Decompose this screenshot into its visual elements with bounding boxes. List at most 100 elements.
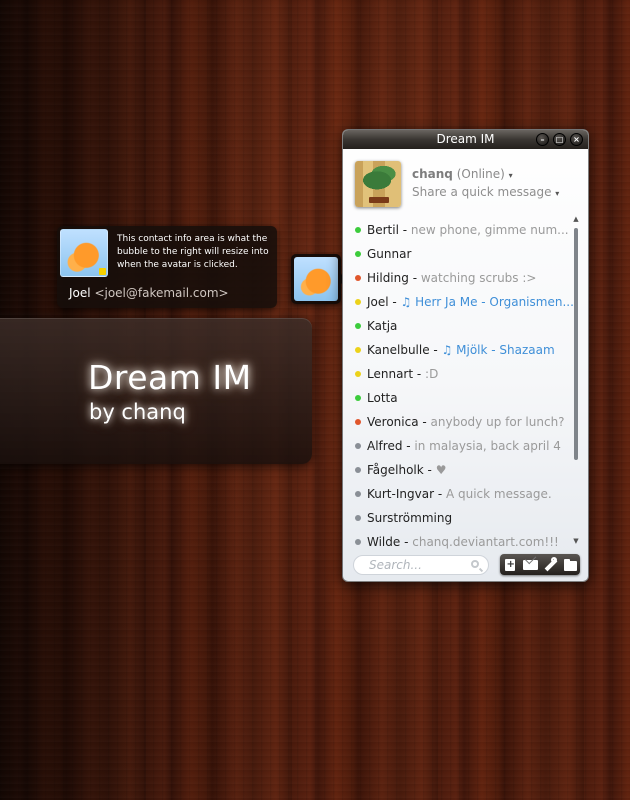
contact-row-separator: - [402,439,415,453]
quick-message-field[interactable]: Share a quick message ▾ [412,185,559,199]
contact-row[interactable]: Wilde - chanq.deviantart.com!!! [343,530,575,554]
toolbar [500,554,580,575]
contact-row[interactable]: Alfred - in malaysia, back april 4 [343,434,575,458]
contact-row-separator: - [388,295,401,309]
contact-row-name: Gunnar [367,247,412,261]
brand-subtitle: by chanq [89,400,186,424]
contact-avatar[interactable] [60,229,108,277]
mail-icon[interactable] [522,557,538,572]
contact-row-name: Alfred [367,439,403,453]
maximize-button[interactable]: □ [553,133,566,146]
contact-row-status: anybody up for lunch? [430,415,565,429]
contact-row-separator: - [434,487,446,501]
contact-row-name: Fågelholk [367,463,424,477]
presence-dot-icon [355,323,361,329]
search-input[interactable]: Search... [353,555,489,575]
close-button[interactable]: × [570,133,583,146]
contact-info-description: This contact info area is what the bubbl… [117,234,269,270]
profile-name: chanq [412,167,453,181]
contact-row-name: Kanelbulle [367,343,430,357]
contact-row[interactable]: Gunnar [343,242,575,266]
contact-row-separator: - [413,367,426,381]
presence-dot-icon [355,227,361,233]
contact-row[interactable]: Surströmming [343,506,575,530]
contact-row-separator: - [408,271,421,285]
im-window: Dream IM – □ × chanq (Online) ▾ Share a … [342,129,589,582]
contact-row[interactable]: Lennart - :D [343,362,575,386]
status-selector[interactable]: chanq (Online) ▾ [412,167,513,181]
contact-row[interactable]: Joel - ♫ Herr Ja Me - Organismen... [343,290,575,314]
presence-dot-icon [355,275,361,281]
contact-row-status: ♥ [435,463,447,477]
desktop: { "brand": { "title": "Dream IM", "subti… [0,0,630,800]
contact-row-status: new phone, gimme num... [410,223,569,237]
scroll-up-icon[interactable]: ▲ [572,215,580,223]
contact-row[interactable]: Veronica - anybody up for lunch? [343,410,575,434]
contact-row-status: chanq.deviantart.com!!! [412,535,559,549]
contact-row-name: Hilding [367,271,409,285]
contact-row-status: ♫ Herr Ja Me - Organismen... [400,295,574,309]
contact-row-separator: - [400,535,413,549]
scroll-down-icon[interactable]: ▼ [572,537,580,545]
contact-row[interactable]: Hilding - watching scrubs :> [343,266,575,290]
contact-row-name: Kurt-Ingvar [367,487,434,501]
contact-list: Bertil - new phone, gimme num... Gunnar Hi… [343,218,575,554]
status-dropdown-icon: ▾ [508,171,513,180]
contact-row-name: Wilde [367,535,401,549]
bottom-bar: Search... [343,553,588,579]
contact-row-status: watching scrubs :> [420,271,537,285]
contact-row[interactable]: Katja [343,314,575,338]
contact-row-status: :D [425,367,439,381]
presence-dot-icon [355,347,361,353]
window-title: Dream IM [436,132,495,146]
contact-row-separator: - [429,343,442,357]
presence-dot-icon [355,395,361,401]
presence-dot-icon [355,443,361,449]
contact-row[interactable]: Lotta [343,386,575,410]
contact-row-name: Veronica [367,415,419,429]
profile-status: (Online) [456,167,505,181]
brand-panel: Dream IM by chanq [0,318,312,464]
contact-scrollbar[interactable]: ▲ ▼ [572,215,580,545]
presence-dot-icon [355,299,361,305]
message-dropdown-icon: ▾ [555,189,560,198]
brand-title: Dream IM [88,358,252,397]
search-icon [471,560,479,568]
contact-row-separator: - [423,463,436,477]
window-controls: – □ × [536,133,583,146]
quick-message-text: Share a quick message [412,185,552,199]
contact-row-name: Bertil [367,223,403,237]
contact-row[interactable]: Fågelholk - ♥ [343,458,575,482]
contact-row-name: Lennart [367,367,414,381]
folder-icon[interactable] [563,557,578,572]
contact-info-bubble: This contact info area is what the bubbl… [57,226,277,308]
contact-identity: Joel <joel@fakemail.com> [69,286,229,300]
minimize-button[interactable]: – [536,133,549,146]
contact-row[interactable]: Kanelbulle - ♫ Mjölk - Shazaam [343,338,575,362]
presence-dot-icon [355,539,361,545]
bonsai-pot-icon [369,197,389,203]
wrench-icon[interactable] [543,557,558,572]
contact-name: Joel [69,286,91,300]
presence-dot-icon [355,515,361,521]
contact-row[interactable]: Kurt-Ingvar - A quick message. [343,482,575,506]
contact-row-status: in malaysia, back april 4 [414,439,561,453]
status-indicator-icon [99,268,106,275]
contact-row-status: A quick message. [445,487,552,501]
contact-avatar-bubble[interactable] [291,254,347,304]
presence-dot-icon [355,491,361,497]
contact-row[interactable]: Bertil - new phone, gimme num... [343,218,575,242]
contact-row-name: Surströmming [367,511,453,525]
add-contact-icon[interactable] [503,557,518,572]
contact-row-name: Katja [367,319,398,333]
presence-dot-icon [355,251,361,257]
window-titlebar[interactable]: Dream IM – □ × [343,130,588,149]
bonsai-avatar[interactable] [355,161,401,207]
contact-email: <joel@fakemail.com> [94,286,229,300]
contact-row-separator: - [418,415,431,429]
presence-dot-icon [355,371,361,377]
scroll-thumb[interactable] [574,228,578,460]
presence-dot-icon [355,467,361,473]
goldfish-avatar-image [294,257,338,301]
search-placeholder: Search... [369,558,422,572]
